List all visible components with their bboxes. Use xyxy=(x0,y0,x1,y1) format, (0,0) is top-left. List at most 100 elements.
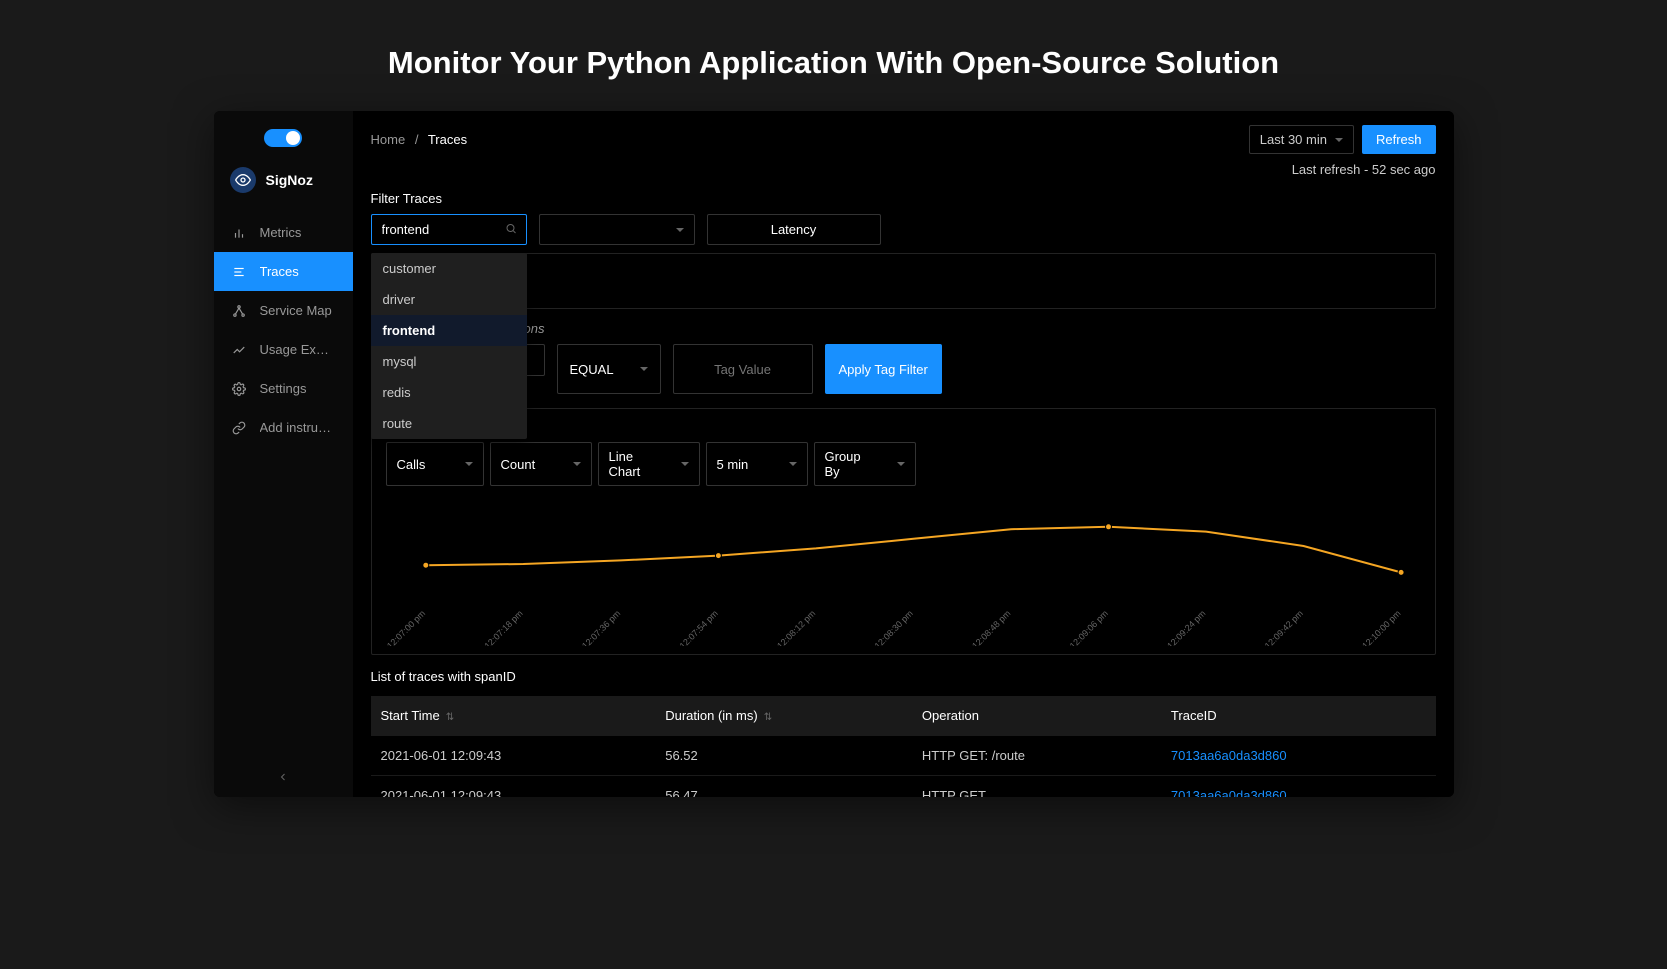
table-row: 2021-06-01 12:09:43 56.47 HTTP GET 7013a… xyxy=(371,776,1436,798)
traces-table: Start Time⇅ Duration (in ms)⇅ Operation … xyxy=(371,696,1436,797)
sidebar-item-label: Metrics xyxy=(260,225,302,240)
sidebar-item-settings[interactable]: Settings xyxy=(214,369,353,408)
eye-icon xyxy=(230,167,256,193)
filter-traces-label: Filter Traces xyxy=(371,191,1436,206)
dropdown-option-customer[interactable]: customer xyxy=(371,253,527,284)
last-refresh-text: Last refresh - 52 sec ago xyxy=(371,162,1436,191)
refresh-button[interactable]: Refresh xyxy=(1362,125,1436,154)
column-traceid[interactable]: TraceID xyxy=(1161,696,1436,736)
cell-operation: HTTP GET xyxy=(912,776,1161,798)
cell-start-time: 2021-06-01 12:09:43 xyxy=(371,776,656,798)
sidebar: SigNoz Metrics Traces Service Map Usage … xyxy=(214,111,353,797)
trace-id-link[interactable]: 7013aa6a0da3d860 xyxy=(1171,788,1287,797)
network-icon xyxy=(232,304,246,318)
viz-select-label: Line Chart xyxy=(609,449,661,479)
viz-select-label: Count xyxy=(501,457,536,472)
collapse-sidebar-button[interactable] xyxy=(214,757,353,797)
link-icon xyxy=(232,421,246,435)
trace-id-link[interactable]: 7013aa6a0da3d860 xyxy=(1171,748,1287,763)
column-label: TraceID xyxy=(1171,708,1217,723)
tag-value-input[interactable] xyxy=(673,344,813,394)
sidebar-item-service-map[interactable]: Service Map xyxy=(214,291,353,330)
sidebar-item-usage-explorer[interactable]: Usage Explorer xyxy=(214,330,353,369)
viz-select-label: Calls xyxy=(397,457,426,472)
viz-aggregation-select[interactable]: Count xyxy=(490,442,592,486)
svg-text:12:10:00 pm: 12:10:00 pm xyxy=(1360,608,1402,646)
sidebar-item-label: Add instrumen... xyxy=(260,420,335,435)
sidebar-item-label: Settings xyxy=(260,381,307,396)
cell-start-time: 2021-06-01 12:09:43 xyxy=(371,736,656,776)
app-window: SigNoz Metrics Traces Service Map Usage … xyxy=(214,111,1454,797)
visualization-panel: Custom Visualizations Calls Count Line C… xyxy=(371,408,1436,655)
filter-results-box xyxy=(371,253,1436,309)
dropdown-option-redis[interactable]: redis xyxy=(371,377,527,408)
svg-text:12:07:18 pm: 12:07:18 pm xyxy=(482,608,524,646)
bar-chart-icon xyxy=(232,226,246,240)
viz-select-label: 5 min xyxy=(717,457,749,472)
brand: SigNoz xyxy=(214,159,353,213)
table-header-row: Start Time⇅ Duration (in ms)⇅ Operation … xyxy=(371,696,1436,736)
breadcrumb-current: Traces xyxy=(428,132,467,147)
dropdown-option-driver[interactable]: driver xyxy=(371,284,527,315)
cell-operation: HTTP GET: /route xyxy=(912,736,1161,776)
cell-duration: 56.47 xyxy=(655,776,912,798)
dropdown-option-mysql[interactable]: mysql xyxy=(371,346,527,377)
tag-suggestions-label: stions xyxy=(371,321,1436,336)
viz-chart-type-select[interactable]: Line Chart xyxy=(598,442,700,486)
service-search-input[interactable] xyxy=(371,214,527,245)
column-start-time[interactable]: Start Time ⇅ xyxy=(371,696,656,736)
dropdown-option-route[interactable]: route xyxy=(371,408,527,439)
breadcrumb-home[interactable]: Home xyxy=(371,132,406,147)
column-operation[interactable]: Operation xyxy=(912,696,1161,736)
breadcrumb: Home / Traces xyxy=(371,132,468,147)
viz-select-label: Group By xyxy=(825,449,877,479)
service-dropdown: customer driver frontend mysql redis rou… xyxy=(371,253,527,439)
dropdown-option-frontend[interactable]: frontend xyxy=(371,315,527,346)
main-content: Home / Traces Last 30 min Refresh Last r… xyxy=(353,111,1454,797)
svg-text:12:08:12 pm: 12:08:12 pm xyxy=(775,608,817,646)
operation-select[interactable] xyxy=(539,214,695,245)
table-row: 2021-06-01 12:09:43 56.52 HTTP GET: /rou… xyxy=(371,736,1436,776)
column-label: Start Time xyxy=(381,708,440,723)
page-heading: Monitor Your Python Application With Ope… xyxy=(0,0,1667,111)
svg-text:12:07:36 pm: 12:07:36 pm xyxy=(580,608,622,646)
gear-icon xyxy=(232,382,246,396)
sidebar-item-label: Service Map xyxy=(260,303,332,318)
tag-operator-label: EQUAL xyxy=(570,362,614,377)
search-icon xyxy=(505,222,517,237)
sidebar-item-label: Usage Explorer xyxy=(260,342,335,357)
latency-button[interactable]: Latency xyxy=(707,214,881,245)
chevron-left-icon xyxy=(277,771,289,783)
sort-icon: ⇅ xyxy=(764,712,772,723)
viz-interval-select[interactable]: 5 min xyxy=(706,442,808,486)
sidebar-item-label: Traces xyxy=(260,264,299,279)
breadcrumb-separator: / xyxy=(415,132,419,147)
list-icon xyxy=(232,265,246,279)
svg-text:12:09:24 pm: 12:09:24 pm xyxy=(1165,608,1207,646)
sort-icon: ⇅ xyxy=(446,712,454,723)
column-label: Operation xyxy=(922,708,979,723)
svg-text:12:07:00 pm: 12:07:00 pm xyxy=(386,608,427,646)
apply-tag-filter-button[interactable]: Apply Tag Filter xyxy=(825,344,942,394)
time-range-select[interactable]: Last 30 min xyxy=(1249,125,1354,154)
svg-text:12:08:48 pm: 12:08:48 pm xyxy=(970,608,1012,646)
svg-text:12:07:54 pm: 12:07:54 pm xyxy=(677,608,719,646)
svg-text:12:09:42 pm: 12:09:42 pm xyxy=(1262,608,1304,646)
column-label: Duration (in ms) xyxy=(665,708,757,723)
theme-toggle[interactable] xyxy=(264,129,302,147)
column-duration[interactable]: Duration (in ms) ⇅ xyxy=(655,696,912,736)
svg-text:12:09:06 pm: 12:09:06 pm xyxy=(1067,608,1109,646)
viz-groupby-select[interactable]: Group By xyxy=(814,442,916,486)
time-range-label: Last 30 min xyxy=(1260,132,1327,147)
brand-name: SigNoz xyxy=(266,172,313,188)
cell-duration: 56.52 xyxy=(655,736,912,776)
line-chart-icon xyxy=(232,343,246,357)
calls-line-chart: 12:07:00 pm 12:07:18 pm 12:07:36 pm 12:07:5… xyxy=(386,500,1421,646)
svg-text:12:08:30 pm: 12:08:30 pm xyxy=(872,608,914,646)
sidebar-item-metrics[interactable]: Metrics xyxy=(214,213,353,252)
sidebar-item-add-instrumentation[interactable]: Add instrumen... xyxy=(214,408,353,447)
viz-metric-select[interactable]: Calls xyxy=(386,442,484,486)
traces-table-label: List of traces with spanID xyxy=(371,669,1436,684)
tag-operator-select[interactable]: EQUAL xyxy=(557,344,661,394)
sidebar-item-traces[interactable]: Traces xyxy=(214,252,353,291)
